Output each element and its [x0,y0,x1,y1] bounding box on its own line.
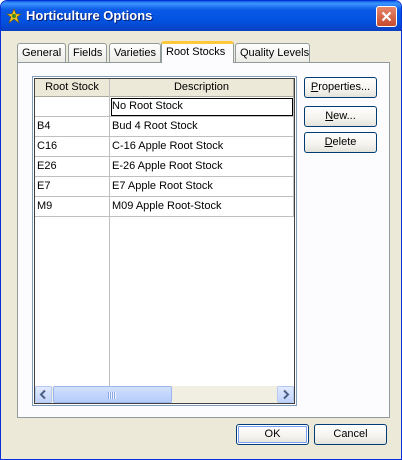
cell-description: C-16 Apple Root Stock [110,137,294,157]
cell-root-stock: E7 [35,177,110,197]
cell-description: E-26 Apple Root Stock [110,157,294,177]
new-label: ew... [333,110,356,122]
delete-button[interactable]: Delete [304,132,377,153]
table-row[interactable]: No Root Stock [35,97,294,117]
tab-quality-levels-label: Quality Levels [240,47,310,59]
cell-description: E7 Apple Root Stock [110,177,294,197]
delete-mnemonic: D [324,136,333,148]
grip-icon [108,392,116,399]
cell-description: No Root Stock [110,97,294,117]
scroll-right-button[interactable] [277,386,294,403]
root-stock-table[interactable]: Root Stock Description No Root Stock B4 … [32,76,297,406]
tab-quality-levels[interactable]: Quality Levels [235,43,310,62]
table-row[interactable]: E7 E7 Apple Root Stock [35,177,294,197]
delete-label: elete [332,136,357,148]
new-button[interactable]: New... [304,106,377,127]
table-row[interactable]: B4 Bud 4 Root Stock [35,117,294,137]
tab-general[interactable]: General [17,43,66,62]
tab-fields-label: Fields [73,47,103,59]
tab-root-stocks[interactable]: Root Stocks [161,41,234,63]
cell-root-stock: C16 [35,137,110,157]
scroll-left-button[interactable] [35,386,52,403]
horizontal-scrollbar[interactable] [35,386,294,403]
close-button[interactable] [376,6,397,27]
cell-root-stock: M9 [35,197,110,217]
plant-icon [6,8,22,24]
title-bar[interactable]: Horticulture Options [1,1,401,31]
cell-root-stock: B4 [35,117,110,137]
tab-varieties-label: Varieties [114,47,156,59]
column-header-description[interactable]: Description [110,79,294,97]
table-row[interactable]: C16 C-16 Apple Root Stock [35,137,294,157]
table-frame: Root Stock Description No Root Stock B4 … [34,78,295,404]
properties-button[interactable]: Properties... [304,77,377,98]
tab-root-stocks-label: Root Stocks [166,46,226,58]
window-title: Horticulture Options [26,8,153,23]
cell-root-stock: E26 [35,157,110,177]
tab-panel-root-stocks: Root Stock Description No Root Stock B4 … [17,62,390,418]
close-icon [381,11,392,22]
arrow-right-icon [283,389,290,400]
cell-description: M09 Apple Root-Stock [110,197,294,217]
new-mnemonic: N [325,110,334,122]
table-row[interactable]: E26 E-26 Apple Root Stock [35,157,294,177]
scroll-thumb[interactable] [53,386,172,403]
tab-fields[interactable]: Fields [68,43,107,62]
table-row[interactable]: M9 M09 Apple Root-Stock [35,197,294,217]
ok-button[interactable]: OK [236,424,309,445]
column-header-root-stock[interactable]: Root Stock [35,79,110,97]
dialog-window: Horticulture Options General Fields Vari… [0,0,402,460]
cell-description: Bud 4 Root Stock [110,117,294,137]
tab-general-label: General [22,47,62,59]
cell-root-stock [35,97,110,117]
properties-label: roperties... [318,81,371,93]
cancel-button[interactable]: Cancel [314,424,387,445]
tab-varieties[interactable]: Varieties [109,43,161,62]
dialog-body: General Fields Varieties Root Stocks Qua… [4,31,398,457]
arrow-left-icon [39,389,46,400]
